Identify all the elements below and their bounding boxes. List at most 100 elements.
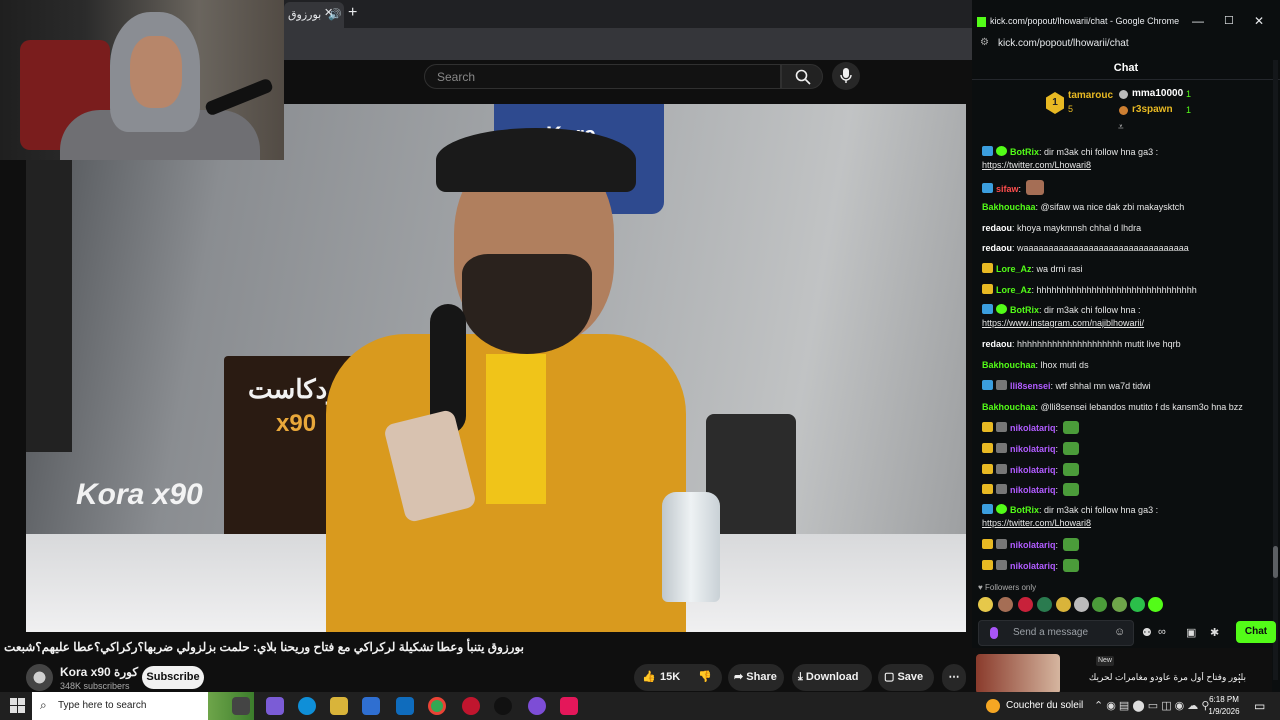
bot-badge-icon[interactable] bbox=[982, 304, 993, 314]
pepe-emote-icon[interactable] bbox=[1062, 442, 1079, 455]
edge-icon[interactable] bbox=[298, 697, 316, 715]
chat-link[interactable]: https://twitter.com/Lhowari8 bbox=[982, 160, 1091, 170]
chat-username[interactable]: Bakhouchaa bbox=[982, 360, 1036, 370]
voice-icon[interactable] bbox=[990, 627, 998, 639]
chat-username[interactable]: nikolatariq bbox=[1010, 485, 1056, 495]
emote-button[interactable] bbox=[1148, 597, 1163, 612]
emote-button[interactable] bbox=[1112, 597, 1127, 612]
bot-badge-icon[interactable] bbox=[982, 504, 993, 514]
chat-username[interactable]: sifaw bbox=[996, 184, 1019, 194]
chat-username[interactable]: nikolatariq bbox=[1010, 561, 1056, 571]
weather-icon[interactable] bbox=[986, 699, 1000, 713]
pepe-emote-icon[interactable] bbox=[1062, 483, 1079, 496]
pepe-emote-icon[interactable] bbox=[1062, 421, 1079, 434]
copilot-icon[interactable] bbox=[266, 697, 284, 715]
chat-username[interactable]: BotRix bbox=[1010, 305, 1039, 315]
chat-message-input[interactable]: Send a message bbox=[978, 620, 1134, 646]
system-tray-icons[interactable]: ⌃ ◉ ▤ ⬤ ▭ ◫ ◉ ☁ ⚲ bbox=[1094, 699, 1209, 712]
subscribe-button[interactable]: Subscribe bbox=[142, 666, 204, 689]
search-input[interactable]: Search bbox=[424, 64, 781, 89]
app-icon-dark[interactable] bbox=[494, 697, 512, 715]
chat-link[interactable]: https://www.instagram.com/najiblhowarii/ bbox=[982, 318, 1144, 328]
bot-badge-icon[interactable] bbox=[982, 183, 993, 193]
download-button[interactable]: ⤓ Download bbox=[792, 664, 872, 691]
chat-username[interactable]: nikolatariq bbox=[1010, 423, 1056, 433]
channel-avatar[interactable] bbox=[26, 664, 53, 691]
clock-time[interactable]: 6:18 PM bbox=[1204, 695, 1244, 704]
crown-badge-icon[interactable] bbox=[982, 464, 993, 474]
chat-username[interactable]: lli8sensei bbox=[1010, 381, 1051, 391]
weather-text[interactable]: Coucher du soleil bbox=[1006, 700, 1083, 711]
mail-icon[interactable] bbox=[396, 697, 414, 715]
clock-date[interactable]: 1/9/2026 bbox=[1202, 707, 1246, 716]
address-bar[interactable] bbox=[284, 28, 972, 60]
recommended-thumbnail[interactable] bbox=[976, 654, 1060, 692]
file-explorer-icon[interactable] bbox=[330, 697, 348, 715]
emote-button[interactable] bbox=[998, 597, 1013, 612]
grey-badge-icon[interactable] bbox=[996, 443, 1007, 453]
emote-button[interactable] bbox=[1037, 597, 1052, 612]
crown-badge-icon[interactable] bbox=[982, 443, 993, 453]
chat-link[interactable]: https://twitter.com/Lhowari8 bbox=[982, 518, 1091, 528]
app-icon-pink[interactable] bbox=[560, 697, 578, 715]
chat-username[interactable]: nikolatariq bbox=[1010, 465, 1056, 475]
voice-search-button[interactable] bbox=[832, 62, 860, 90]
pepe-emote-icon[interactable] bbox=[1062, 463, 1079, 476]
crown-badge-icon[interactable] bbox=[982, 422, 993, 432]
chrome-icon[interactable] bbox=[428, 697, 446, 715]
crown-badge-icon[interactable] bbox=[982, 484, 993, 494]
start-button[interactable] bbox=[10, 698, 26, 714]
chat-username[interactable]: BotRix bbox=[1010, 147, 1039, 157]
chat-username[interactable]: Bakhouchaa bbox=[982, 202, 1036, 212]
search-button[interactable] bbox=[781, 64, 823, 89]
emoji-picker-icon[interactable]: ☺ bbox=[1114, 626, 1125, 638]
crown-badge-icon[interactable] bbox=[982, 263, 993, 273]
scrollbar-thumb[interactable] bbox=[1273, 546, 1278, 578]
new-tab-icon[interactable]: + bbox=[348, 4, 357, 22]
link-icon[interactable]: ∞ bbox=[1158, 626, 1166, 638]
more-vertical-icon[interactable]: ⋮ bbox=[1234, 672, 1245, 685]
app-icon-purple[interactable] bbox=[528, 697, 546, 715]
emote-button[interactable] bbox=[1074, 597, 1089, 612]
recommended-title[interactable]: بلبور وفتاح أول مرة عاودو مغامرات لحريك bbox=[1068, 672, 1246, 683]
bot-badge-icon[interactable] bbox=[982, 380, 993, 390]
more-actions-button[interactable]: ⋯ bbox=[942, 664, 966, 691]
like-count[interactable]: 15K bbox=[660, 664, 680, 691]
dislike-icon[interactable]: 👎 bbox=[698, 664, 712, 691]
bot-badge-icon[interactable] bbox=[982, 146, 993, 156]
chat-username[interactable]: redaou bbox=[982, 243, 1012, 253]
chat-username[interactable]: Bakhouchaa bbox=[982, 402, 1036, 412]
tab-close-icon[interactable]: ✕ bbox=[324, 6, 333, 19]
send-chat-button[interactable]: Chat bbox=[1236, 621, 1276, 643]
store-icon[interactable] bbox=[362, 697, 380, 715]
emote-button[interactable] bbox=[978, 597, 993, 612]
app-icon-red[interactable] bbox=[462, 697, 480, 715]
chat-username[interactable]: nikolatariq bbox=[1010, 540, 1056, 550]
browser-tab-youtube[interactable]: بورزوق 🔊 bbox=[284, 2, 344, 28]
gift-icon[interactable]: ▣ bbox=[1186, 626, 1196, 639]
channel-name[interactable]: Kora x90 كورة bbox=[60, 665, 138, 679]
task-view-icon[interactable] bbox=[232, 697, 250, 715]
chat-username[interactable]: nikolatariq bbox=[1010, 444, 1056, 454]
taskbar-search[interactable]: ⌕ Type here to search bbox=[32, 692, 254, 720]
grey-badge-icon[interactable] bbox=[996, 539, 1007, 549]
video-player[interactable]: Kora بودكاست x90 Kora x90 bbox=[26, 104, 966, 632]
save-button[interactable]: ▢ Save bbox=[878, 664, 934, 691]
ver-badge-icon[interactable] bbox=[996, 504, 1007, 514]
chat-username[interactable]: redaou bbox=[982, 339, 1012, 349]
users-icon[interactable]: ⚉ bbox=[1142, 626, 1152, 639]
grey-badge-icon[interactable] bbox=[996, 560, 1007, 570]
emote-button[interactable] bbox=[1092, 597, 1107, 612]
crown-badge-icon[interactable] bbox=[982, 539, 993, 549]
emote-button[interactable] bbox=[1056, 597, 1071, 612]
chat-username[interactable]: Lore_Az bbox=[996, 264, 1032, 274]
grey-badge-icon[interactable] bbox=[996, 422, 1007, 432]
pepe-emote-icon[interactable] bbox=[1062, 538, 1079, 551]
grey-badge-icon[interactable] bbox=[996, 464, 1007, 474]
emote-button[interactable] bbox=[1130, 597, 1145, 612]
settings-icon[interactable]: ✱ bbox=[1210, 626, 1219, 639]
chat-scrollbar[interactable] bbox=[1273, 60, 1278, 680]
pepe-emote-icon[interactable] bbox=[1062, 559, 1079, 572]
emote-button[interactable] bbox=[1018, 597, 1033, 612]
face-emote-icon[interactable] bbox=[1025, 180, 1044, 195]
